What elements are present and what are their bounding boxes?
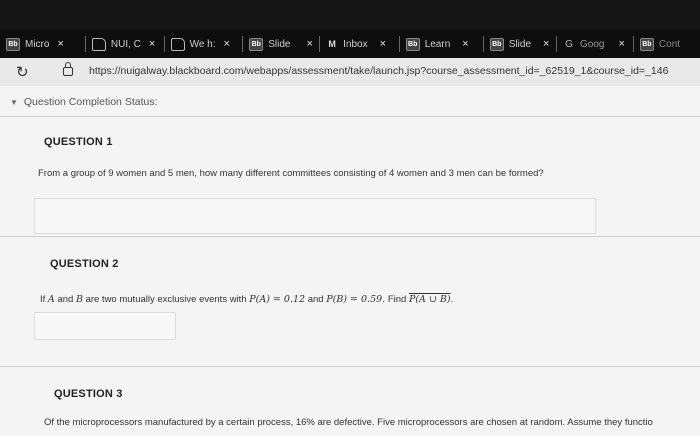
tab-label: Cont — [658, 38, 681, 50]
divider — [0, 236, 700, 237]
tab-label: Slide — [268, 38, 291, 50]
page-icon — [91, 37, 106, 51]
close-icon[interactable]: × — [619, 38, 625, 50]
close-icon[interactable]: × — [462, 38, 468, 50]
question-1-answer-field[interactable] — [34, 198, 596, 234]
blackboard-icon: Bb — [639, 37, 654, 51]
question-1-text: From a group of 9 women and 5 men, how m… — [38, 168, 544, 179]
address-bar: ↻ https://nuigalway.blackboard.com/webap… — [0, 58, 700, 86]
close-icon[interactable]: × — [57, 38, 63, 50]
blackboard-icon: Bb — [6, 37, 20, 51]
question-1-title: QUESTION 1 — [44, 136, 113, 148]
reload-icon[interactable]: ↻ — [16, 63, 29, 81]
question-completion-status[interactable]: ▼ Question Completion Status: — [10, 96, 158, 108]
close-icon[interactable]: × — [380, 38, 386, 50]
close-icon[interactable]: × — [306, 38, 312, 50]
tab-slide[interactable]: Bb Slide × — [243, 30, 321, 58]
question-2-title: QUESTION 2 — [50, 258, 119, 270]
tab-label: Inbox — [343, 38, 368, 50]
tab-label: NUI, C — [110, 38, 141, 50]
tab-label: Goog — [580, 38, 605, 50]
question-3-title: QUESTION 3 — [54, 388, 123, 400]
tab-slide-active[interactable]: Bb Slide × — [484, 30, 558, 58]
window-top-bar — [0, 0, 700, 30]
gmail-icon: M — [328, 38, 336, 49]
tab-micro[interactable]: Bb Micro × — [0, 30, 86, 58]
tab-label: Slide — [508, 38, 532, 50]
close-icon[interactable]: × — [543, 38, 549, 50]
question-2-answer-field[interactable] — [34, 312, 176, 340]
page-icon — [170, 37, 185, 51]
expand-triangle-icon: ▼ — [10, 98, 18, 107]
tab-label: Micro — [25, 38, 50, 50]
tab-nui[interactable]: NUI, C × — [86, 30, 165, 58]
blackboard-icon: Bb — [405, 37, 420, 51]
tab-google[interactable]: G Goog × — [557, 30, 634, 58]
lock-icon[interactable] — [63, 62, 73, 76]
divider — [0, 116, 700, 117]
assessment-page: ▼ Question Completion Status: QUESTION 1… — [0, 86, 700, 436]
question-2-text: If A and B are two mutually exclusive ev… — [40, 294, 454, 305]
tab-inbox[interactable]: M Inbox × — [320, 30, 400, 58]
tab-learn[interactable]: Bb Learn × — [400, 30, 484, 58]
tab-we[interactable]: We h: × — [165, 30, 244, 58]
status-label: Question Completion Status: — [23, 96, 158, 108]
url-field[interactable]: https://nuigalway.blackboard.com/webapps… — [89, 65, 668, 77]
blackboard-icon: Bb — [489, 37, 504, 51]
close-icon[interactable]: × — [224, 38, 230, 50]
blackboard-icon: Bb — [249, 37, 264, 51]
close-icon[interactable]: × — [149, 38, 155, 50]
divider — [0, 366, 700, 367]
tab-label: Learn — [424, 38, 451, 50]
tab-strip: Bb Micro × NUI, C × We h: × Bb Slide × M… — [0, 30, 700, 58]
question-3-text: Of the microprocessors manufactured by a… — [44, 417, 653, 428]
google-icon: G — [565, 38, 573, 50]
tab-label: We h: — [189, 38, 216, 50]
tab-cont[interactable]: Bb Cont — [634, 30, 700, 58]
